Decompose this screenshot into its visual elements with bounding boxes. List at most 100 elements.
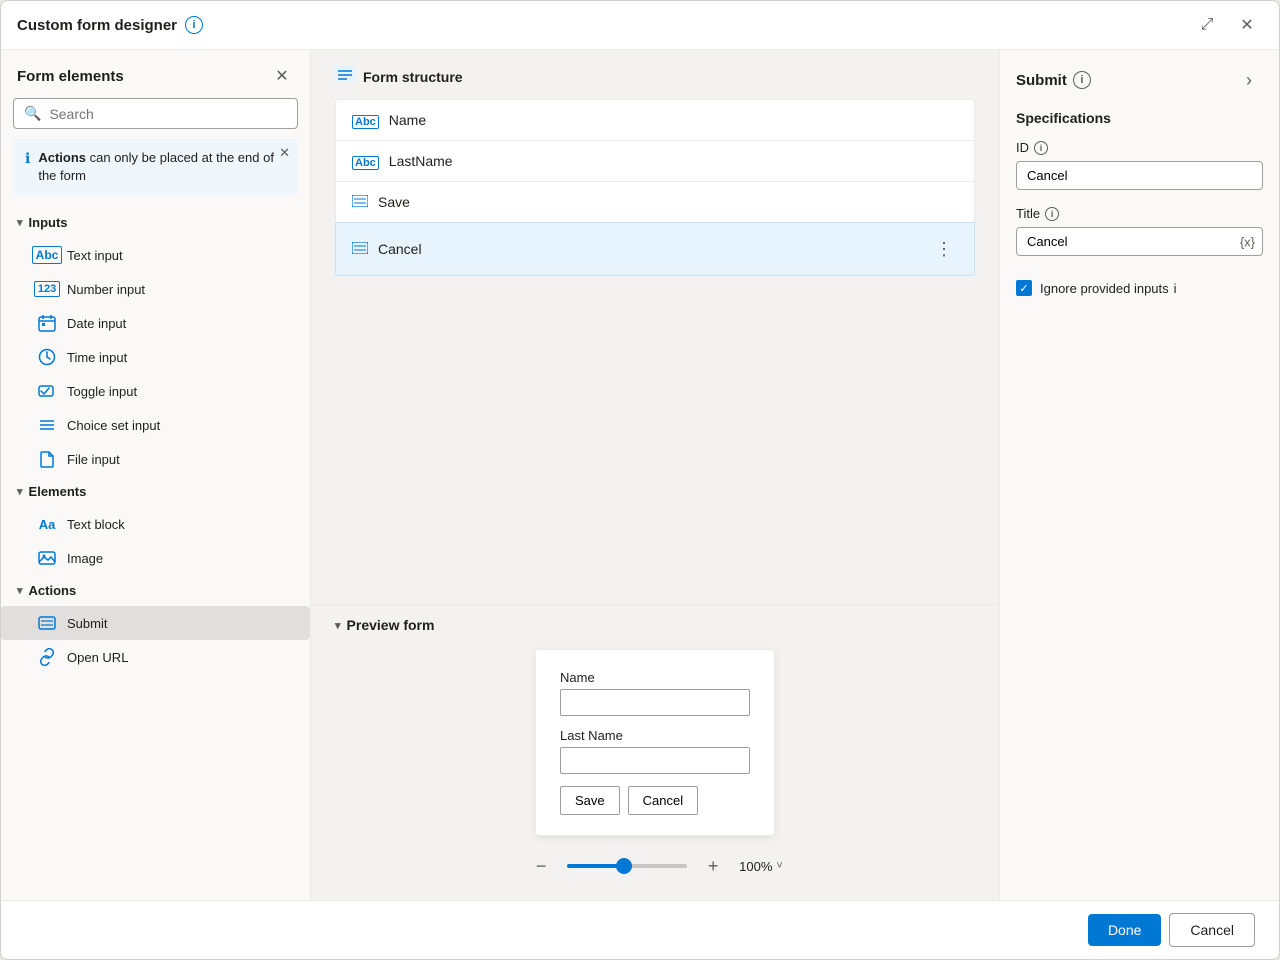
title-bar-actions: ⤢ ✕: [1191, 9, 1263, 41]
preview-header[interactable]: ▾ Preview form: [335, 605, 975, 649]
sidebar-item-submit[interactable]: Submit: [1, 606, 310, 640]
title-field-variable-icon[interactable]: {x}: [1240, 234, 1255, 249]
preview-lastname-field: Last Name: [560, 728, 750, 774]
actions-section-toggle[interactable]: ▾ Actions: [1, 575, 310, 606]
sidebar-item-choice-set-input[interactable]: Choice set input: [1, 408, 310, 442]
right-panel: Submit i › Specifications ID i Title i: [999, 50, 1279, 900]
form-item-cancel[interactable]: Cancel ⋮: [335, 222, 975, 276]
elements-section-toggle[interactable]: ▾ Elements: [1, 476, 310, 507]
form-items-list: Abc Name Abc LastName: [311, 99, 999, 276]
app-window: Custom form designer i ⤢ ✕ Form elements…: [0, 0, 1280, 960]
form-item-name-icon: Abc: [352, 113, 379, 128]
inputs-section-label: Inputs: [29, 215, 68, 230]
form-structure-header: Form structure: [311, 50, 999, 99]
sidebar-item-toggle-input[interactable]: Toggle input: [1, 374, 310, 408]
preview-name-field: Name: [560, 670, 750, 716]
form-structure-title: Form structure: [363, 69, 463, 85]
expand-button[interactable]: ⤢: [1191, 9, 1223, 41]
notice-icon: ℹ: [25, 150, 30, 167]
search-icon: 🔍: [24, 105, 41, 122]
text-input-label: Text input: [67, 248, 123, 263]
search-input[interactable]: [49, 106, 287, 122]
zoom-minus-button[interactable]: −: [527, 852, 555, 880]
ignore-inputs-checkbox[interactable]: ✓: [1016, 280, 1032, 296]
date-input-icon: [37, 313, 57, 333]
form-item-save-label: Save: [378, 194, 958, 210]
preview-save-btn[interactable]: Save: [560, 786, 620, 815]
number-input-label: Number input: [67, 282, 145, 297]
open-url-label: Open URL: [67, 650, 128, 665]
ignore-inputs-info-icon[interactable]: i: [1174, 281, 1177, 296]
sidebar-item-image[interactable]: Image: [1, 541, 310, 575]
open-url-icon: [37, 647, 57, 667]
id-field-group: ID i: [1016, 140, 1263, 190]
time-input-icon: [37, 347, 57, 367]
preview-name-label: Name: [560, 670, 750, 685]
zoom-plus-button[interactable]: +: [699, 852, 727, 880]
sidebar-header: Form elements ✕: [1, 50, 310, 98]
preview-chevron: ▾: [335, 619, 341, 632]
title-bar-left: Custom form designer i: [17, 16, 203, 34]
id-field-input[interactable]: [1016, 161, 1263, 190]
title-field-label: Title i: [1016, 206, 1263, 221]
text-block-label: Text block: [67, 517, 125, 532]
id-field-label: ID i: [1016, 140, 1263, 155]
form-item-lastname[interactable]: Abc LastName: [335, 140, 975, 181]
notice-box: ℹ Actions can only be placed at the end …: [13, 139, 298, 195]
form-item-name-label: Name: [389, 112, 958, 128]
notice-close-button[interactable]: ✕: [279, 145, 290, 161]
title-bar: Custom form designer i ⤢ ✕: [1, 1, 1279, 50]
sidebar-item-time-input[interactable]: Time input: [1, 340, 310, 374]
sidebar-item-open-url[interactable]: Open URL: [1, 640, 310, 674]
sidebar-close-button[interactable]: ✕: [270, 64, 294, 88]
sidebar-title: Form elements: [17, 68, 124, 85]
sidebar-item-date-input[interactable]: Date input: [1, 306, 310, 340]
id-field-info-icon[interactable]: i: [1034, 141, 1048, 155]
ignore-inputs-row: ✓ Ignore provided inputs i: [1016, 280, 1263, 296]
ignore-inputs-label: Ignore provided inputs i: [1040, 281, 1177, 296]
zoom-controls: − + 100% ˅: [335, 844, 975, 884]
inputs-section-toggle[interactable]: ▾ Inputs: [1, 207, 310, 238]
text-input-icon: Abc: [37, 245, 57, 265]
title-field-group: Title i {x}: [1016, 206, 1263, 256]
title-field-input[interactable]: [1016, 227, 1263, 256]
zoom-slider[interactable]: [567, 864, 687, 868]
footer: Done Cancel: [1, 900, 1279, 959]
checkmark-icon: ✓: [1019, 282, 1028, 295]
actions-section-label: Actions: [29, 583, 77, 598]
right-panel-info-icon[interactable]: i: [1073, 71, 1091, 89]
preview-form-container: Name Last Name Save Cancel: [335, 649, 975, 844]
image-label: Image: [67, 551, 103, 566]
form-item-cancel-menu[interactable]: ⋮: [930, 235, 958, 263]
form-structure-area: Form structure Abc Name Abc: [311, 50, 999, 604]
title-field-info-icon[interactable]: i: [1045, 207, 1059, 221]
app-title: Custom form designer: [17, 17, 177, 34]
preview-lastname-input[interactable]: [560, 747, 750, 774]
sidebar-item-text-block[interactable]: Aa Text block: [1, 507, 310, 541]
toggle-input-label: Toggle input: [67, 384, 137, 399]
right-panel-nav-button[interactable]: ›: [1235, 66, 1263, 94]
image-icon: [37, 548, 57, 568]
preview-lastname-label: Last Name: [560, 728, 750, 743]
app-info-icon[interactable]: i: [185, 16, 203, 34]
preview-cancel-btn[interactable]: Cancel: [628, 786, 698, 815]
form-item-name[interactable]: Abc Name: [335, 99, 975, 140]
done-button[interactable]: Done: [1088, 914, 1161, 946]
sidebar-item-number-input[interactable]: 123 Number input: [1, 272, 310, 306]
date-input-label: Date input: [67, 316, 126, 331]
sidebar: Form elements ✕ 🔍 ℹ Actions can only be …: [1, 50, 311, 900]
specs-title: Specifications: [1016, 110, 1263, 126]
form-item-save[interactable]: Save: [335, 181, 975, 222]
zoom-chevron[interactable]: ˅: [776, 860, 782, 872]
toggle-input-icon: [37, 381, 57, 401]
preview-name-input[interactable]: [560, 689, 750, 716]
form-item-save-icon: [352, 195, 368, 210]
submit-label: Submit: [67, 616, 107, 631]
footer-cancel-button[interactable]: Cancel: [1169, 913, 1255, 947]
sidebar-item-text-input[interactable]: Abc Text input: [1, 238, 310, 272]
choice-set-input-label: Choice set input: [67, 418, 160, 433]
mini-form: Name Last Name Save Cancel: [535, 649, 775, 836]
window-close-button[interactable]: ✕: [1231, 9, 1263, 41]
sidebar-item-file-input[interactable]: File input: [1, 442, 310, 476]
form-item-cancel-icon: [352, 242, 368, 257]
